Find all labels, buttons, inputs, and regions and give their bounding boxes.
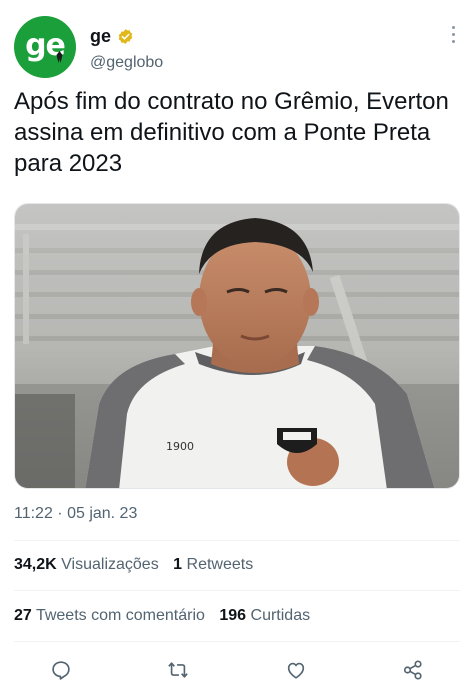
- retweets-stat[interactable]: 1 Retweets: [173, 556, 253, 573]
- account-handle[interactable]: @geglobo: [90, 54, 163, 72]
- quotes-stat[interactable]: 27 Tweets com comentário: [14, 607, 205, 624]
- retweet-icon: [168, 662, 189, 678]
- quotes-likes-row: 27 Tweets com comentário 196 Curtidas: [14, 607, 320, 625]
- avatar[interactable]: ge: [14, 16, 76, 78]
- like-button[interactable]: [283, 657, 309, 683]
- retweets-label: Retweets: [186, 556, 254, 573]
- divider: [14, 540, 460, 541]
- retweets-count: 1: [173, 556, 183, 573]
- tweet-timestamp[interactable]: 11:22 · 05 jan. 23: [14, 505, 137, 523]
- verified-badge-icon: [118, 29, 133, 44]
- quotes-count: 27: [14, 607, 32, 624]
- views-stat[interactable]: 34,2K Visualizações: [14, 556, 159, 573]
- ribbon-icon: [56, 51, 63, 63]
- views-retweets-row: 34,2K Visualizações 1 Retweets: [14, 556, 263, 574]
- reply-button[interactable]: [48, 657, 74, 683]
- reply-icon: [52, 661, 70, 680]
- retweet-button[interactable]: [165, 657, 191, 683]
- tweet-header: ge ge @geglobo: [14, 14, 460, 80]
- likes-stat[interactable]: 196 Curtidas: [219, 607, 310, 624]
- display-name[interactable]: ge: [90, 26, 111, 47]
- tweet-actions: [14, 650, 460, 690]
- quotes-label: Tweets com comentário: [35, 607, 205, 624]
- divider: [14, 590, 460, 591]
- divider: [14, 641, 460, 642]
- like-icon: [287, 662, 304, 679]
- likes-count: 196: [219, 607, 247, 624]
- share-button[interactable]: [400, 657, 426, 683]
- views-count: 34,2K: [14, 556, 57, 573]
- tweet-photo[interactable]: 1900: [14, 203, 460, 489]
- share-icon: [403, 660, 422, 680]
- tweet-card: ge ge @geglobo Após fim do contrato no G…: [0, 0, 474, 694]
- views-label: Visualizações: [61, 556, 159, 573]
- tweet-text: Após fim do contrato no Grêmio, Everton …: [14, 88, 449, 177]
- player-photo-image: 1900: [15, 204, 459, 488]
- likes-label: Curtidas: [250, 607, 311, 624]
- more-options-icon[interactable]: [450, 26, 456, 50]
- jersey-badge-text: 1900: [166, 440, 194, 453]
- name-row: ge: [90, 26, 134, 47]
